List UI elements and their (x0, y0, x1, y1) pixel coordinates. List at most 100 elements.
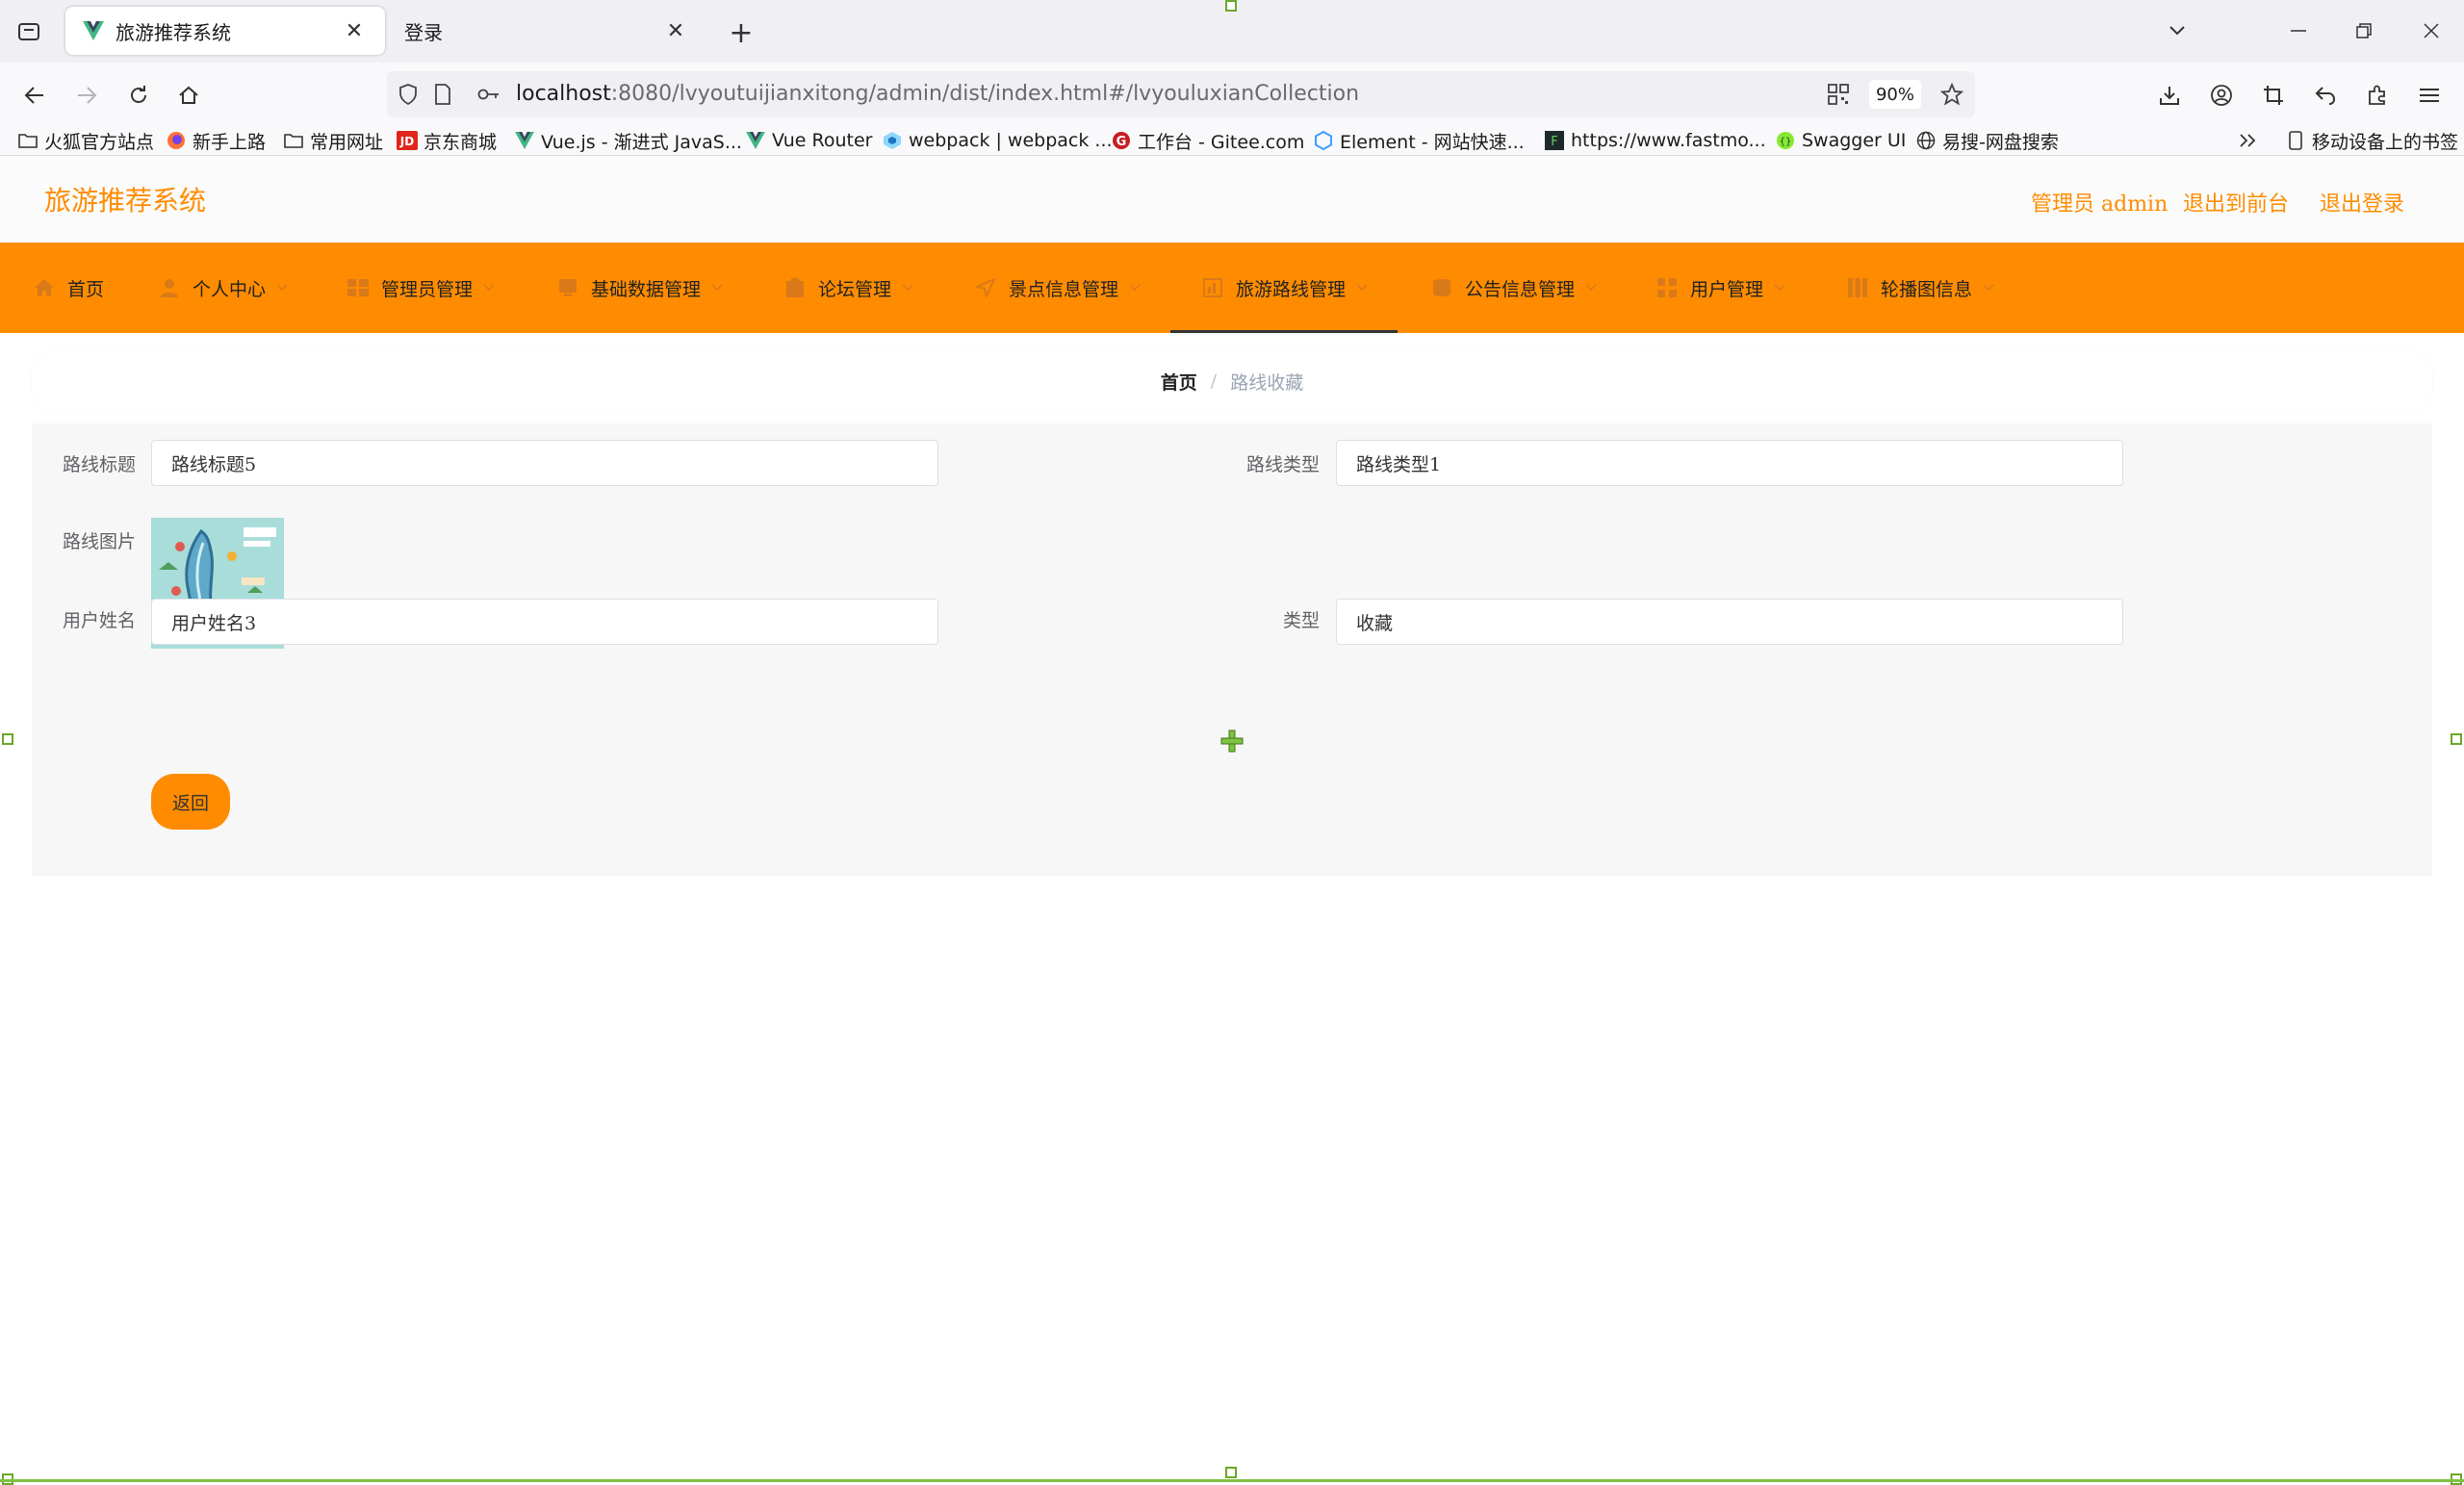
chevron-down-icon (1355, 281, 1369, 294)
bookmark-label: Vue.js - 渐进式 JavaS... (541, 131, 742, 153)
menu-item-travel-routes[interactable]: 旅游路线管理 (1169, 243, 1399, 333)
menu-item-notices[interactable]: 公告信息管理 (1430, 243, 1598, 333)
bookmark-label: Swagger UI (1802, 130, 1907, 151)
new-tab-icon[interactable]: + (726, 16, 757, 50)
bookmark-item[interactable]: F https://www.fastmo... (1544, 126, 1766, 155)
user-name-field[interactable] (151, 599, 938, 645)
type-label: 类型 (1283, 610, 1321, 631)
tab-list-icon[interactable] (13, 17, 44, 46)
vue-icon (745, 130, 766, 151)
browser-tab-inactive[interactable]: 登录 ✕ (387, 7, 706, 55)
downloads-icon[interactable] (2152, 78, 2187, 113)
bookmark-item[interactable]: webpack | webpack ... (882, 126, 1113, 155)
menu-label: 用户管理 (1690, 278, 1764, 300)
folder-icon (17, 130, 38, 151)
menu-item-home[interactable]: 首页 (33, 243, 104, 333)
menu-label: 管理员管理 (381, 278, 474, 300)
key-icon[interactable] (475, 81, 502, 108)
exit-to-frontend-link[interactable]: 退出到前台 (2183, 187, 2289, 218)
menu-item-admin-management[interactable]: 管理员管理 (346, 243, 496, 333)
menu-label: 论坛管理 (818, 278, 892, 300)
menu-item-user-management[interactable]: 用户管理 (1656, 243, 1786, 333)
qr-code-icon[interactable] (1825, 81, 1852, 108)
bookmark-item[interactable]: 易搜-网盘搜索 (1915, 126, 2059, 155)
fastmock-icon: F (1544, 130, 1565, 151)
selection-handle (2, 733, 13, 745)
page-icon[interactable] (429, 81, 456, 108)
swagger-icon: {} (1775, 130, 1796, 151)
account-icon[interactable] (2204, 78, 2239, 113)
bookmark-item[interactable]: JD 京东商城 (397, 126, 497, 155)
url-text[interactable]: localhost:8080/lvyoutuijianxitong/admin/… (516, 71, 1359, 117)
folder-icon (283, 130, 304, 151)
bookmark-star-icon[interactable] (1938, 81, 1965, 108)
bookmark-item[interactable]: G 工作台 - Gitee.com (1111, 126, 1304, 155)
bookmark-item[interactable]: Element - 网站快速... (1313, 126, 1525, 155)
route-type-field[interactable] (1336, 440, 2123, 486)
bookmark-label: 京东商城 (424, 131, 498, 153)
bookmark-item[interactable]: {} Swagger UI (1775, 126, 1906, 155)
close-window-icon[interactable] (2412, 13, 2451, 48)
bookmarks-overflow-icon[interactable] (2239, 126, 2258, 155)
shield-icon[interactable] (395, 81, 422, 108)
back-button[interactable]: 返回 (151, 774, 230, 830)
user-icon (158, 276, 181, 299)
reload-icon[interactable] (121, 78, 156, 113)
app-header: 旅游推荐系统 管理员 admin 退出到前台 退出登录 (0, 156, 2464, 243)
menu-item-scenic-spots[interactable]: 景点信息管理 (974, 243, 1142, 333)
bookmark-item[interactable]: Vue Router (745, 126, 872, 155)
breadcrumb: 首页 / 路线收藏 (32, 352, 2432, 410)
route-collection-detail-form: 路线标题 路线类型 路线图片 用户姓名 类型 返回 (32, 423, 2432, 876)
selection-handle (2451, 733, 2462, 745)
url-bar[interactable]: localhost:8080/lvyoutuijianxitong/admin/… (387, 71, 1975, 117)
menu-item-personal-center[interactable]: 个人中心 (158, 243, 289, 333)
globe-icon (1915, 130, 1937, 151)
menu-item-basic-data[interactable]: 基础数据管理 (556, 243, 724, 333)
jd-icon: JD (397, 130, 418, 151)
bookmark-label: 易搜-网盘搜索 (1942, 131, 2059, 153)
bookmark-label: 工作台 - Gitee.com (1138, 131, 1305, 153)
mobile-bookmarks[interactable]: 移动设备上的书签 (2285, 126, 2458, 155)
restore-window-icon[interactable] (2345, 13, 2383, 48)
close-tab-icon[interactable]: ✕ (662, 17, 689, 44)
vue-icon (83, 20, 104, 41)
bookmark-item[interactable]: 火狐官方站点 (17, 126, 154, 155)
chevron-down-icon (1128, 281, 1142, 294)
zoom-level-badge[interactable]: 90% (1869, 80, 1921, 109)
element-icon (1313, 130, 1334, 151)
route-title-field[interactable] (151, 440, 938, 486)
back-arrow-icon[interactable] (17, 78, 52, 113)
close-tab-icon[interactable]: ✕ (341, 17, 368, 44)
screenshot-crop-icon[interactable] (2256, 78, 2291, 113)
bookmark-item[interactable]: 新手上路 (166, 126, 266, 155)
vue-icon (514, 130, 535, 151)
admin-user-link[interactable]: 管理员 admin (2031, 187, 2168, 218)
bookmark-label: Element - 网站快速... (1340, 131, 1525, 153)
menu-label: 基础数据管理 (591, 278, 702, 300)
gitee-icon: G (1111, 130, 1132, 151)
breadcrumb-separator: / (1210, 371, 1218, 392)
tab-overflow-chevron-icon[interactable] (2158, 13, 2196, 48)
menu-item-carousel[interactable]: 轮播图信息 (1846, 243, 1995, 333)
browser-tab-active[interactable]: 旅游推荐系统 ✕ (65, 7, 385, 55)
forum-icon (783, 276, 807, 299)
undo-icon[interactable] (2308, 78, 2343, 113)
logout-link[interactable]: 退出登录 (2320, 187, 2404, 218)
carousel-icon (1846, 276, 1869, 299)
minimize-window-icon[interactable] (2279, 13, 2318, 48)
browser-navigation-bar: localhost:8080/lvyoutuijianxitong/admin/… (0, 63, 2464, 126)
menu-item-forum[interactable]: 论坛管理 (783, 243, 914, 333)
menu-label: 个人中心 (192, 278, 267, 300)
extensions-icon[interactable] (2360, 78, 2395, 113)
bookmarks-bar: 火狐官方站点 新手上路 常用网址 JD 京东商城 Vue.js - 渐进式 Ja… (0, 126, 2464, 155)
notice-icon (1430, 276, 1453, 299)
breadcrumb-home-link[interactable]: 首页 (1161, 369, 1197, 395)
hamburger-menu-icon[interactable] (2412, 78, 2447, 113)
type-field[interactable] (1336, 599, 2123, 645)
forward-arrow-icon[interactable] (69, 78, 104, 113)
bookmark-item[interactable]: Vue.js - 渐进式 JavaS... (514, 126, 742, 155)
selection-handle (1225, 0, 1237, 12)
home-icon[interactable] (171, 78, 206, 113)
bookmark-label: 新手上路 (192, 131, 267, 153)
bookmark-item[interactable]: 常用网址 (283, 126, 383, 155)
